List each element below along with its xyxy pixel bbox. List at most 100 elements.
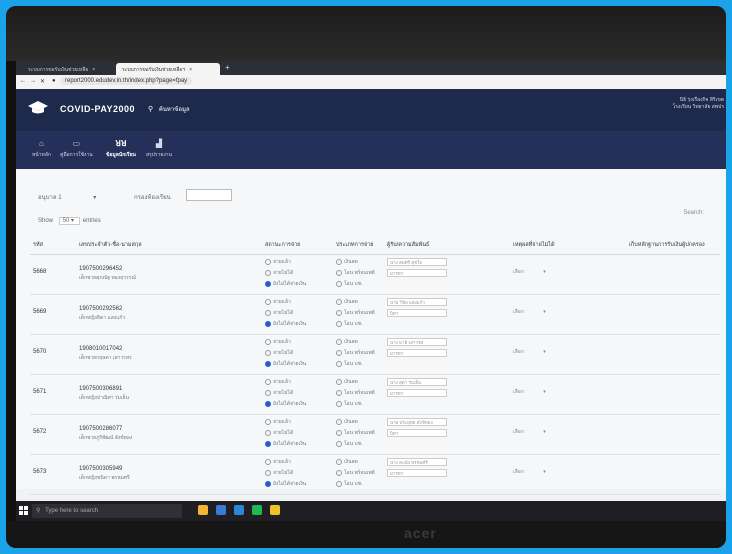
column-header[interactable]: รหัส [30,236,76,255]
receiver-input[interactable]: นาย วิชัย แสงแก้ว [387,298,447,306]
close-icon[interactable]: × [92,67,95,73]
pay-type-radio[interactable]: เงินสด [336,458,381,466]
new-tab-button[interactable]: + [222,63,236,75]
column-header[interactable]: เลขประจำตัว-ชื่อ-นามสกุล [76,236,262,255]
radio-icon [265,320,271,327]
file-explorer-icon[interactable] [198,505,208,515]
pay-status-radio[interactable]: จ่ายแล้ว [265,458,330,466]
reason-select[interactable]: เลือก ▾ [513,468,623,476]
chrome-icon[interactable] [270,505,280,515]
pay-status-radio[interactable]: ยังไม่ได้จ่ายเงิน [265,400,330,408]
monitor-screen: ระบบการขอรับเงินช่วยเหลือ × ระบบการขอรับเ… [16,61,726,521]
relation-input[interactable]: มารดา [387,389,447,397]
spotify-icon[interactable] [252,505,262,515]
table-search[interactable]: Search: [683,210,704,216]
reason-select[interactable]: เลือก ▾ [513,388,623,396]
pay-type-radio[interactable]: โอน บช. [336,320,381,328]
windows-start-icon[interactable] [19,506,28,515]
pay-type-radio[interactable]: โอน บช. [336,480,381,488]
evidence-cell [626,334,720,375]
nav-item-manual[interactable]: ▭ คู่มือการใช้งาน [60,139,93,159]
url-field[interactable]: report2000.edudev.in.th/index.php?page=f… [60,77,193,85]
close-icon[interactable]: ✕ [40,78,45,85]
column-header[interactable]: ผู้รับ/ความสัมพันธ์ [384,236,510,255]
pay-type-radio[interactable]: โอน พร้อมเพย์ [336,469,381,477]
column-header[interactable]: สถานะการจ่าย [262,236,333,255]
room-filter-input[interactable] [186,189,232,201]
reason-select[interactable]: เลือก ▾ [513,348,623,356]
column-header[interactable]: เก็บหลักฐานการรับเงินผู้ปกครอง [626,236,720,255]
relation-input[interactable]: มารดา [387,349,447,357]
browser-tab-active[interactable]: ระบบการขอรับเงินช่วยเหลือฯ × [116,63,220,75]
receiver-input[interactable]: นาย ประยุทธ สังข์ทอง [387,418,447,426]
radio-icon [265,280,271,287]
receiver-input[interactable]: นาง สุดา ร่มเย็น [387,378,447,386]
pay-type-radio[interactable]: โอน พร้อมเพย์ [336,389,381,397]
pay-status-radio[interactable]: จ่ายไม่ได้ [265,349,330,357]
user-info[interactable]: นิธิ รุ่งเรืองกิจ สิริเขต โรงเรียน วิทยา… [673,97,724,111]
pay-status-radio[interactable]: จ่ายไม่ได้ [265,469,330,477]
nav-item-students[interactable]: ꓤꓤ ข้อมูลนักเรียน [106,139,136,159]
entries-select[interactable]: 50 ▾ [58,217,80,225]
pay-status-radio[interactable]: ยังไม่ได้จ่ายเงิน [265,440,330,448]
pay-status-radio[interactable]: ยังไม่ได้จ่ายเงิน [265,280,330,288]
pay-type-radio[interactable]: โอน พร้อมเพย์ [336,309,381,317]
reason-cell: เลือก ▾ [510,454,626,495]
header-search[interactable]: ⚲ ค้นหาข้อมูล [148,104,190,114]
nav-item-report[interactable]: ▟ สรุปรายงาน [146,139,172,159]
pay-status-radio[interactable]: จ่ายไม่ได้ [265,429,330,437]
pay-type-radio[interactable]: เงินสด [336,378,381,386]
table-row: 5669 1907500292562 เด็กหญิงธิดา แสงแก้ว … [30,294,720,335]
reason-select[interactable]: เลือก ▾ [513,308,623,316]
relation-input[interactable]: มารดา [387,269,447,277]
relation-input[interactable]: บิดา [387,309,447,317]
column-header[interactable]: เหตุผลที่จ่ายไม่ได้ [510,236,626,255]
pay-type-radio[interactable]: โอน บช. [336,400,381,408]
reason-select[interactable]: เลือก ▾ [513,268,623,276]
nav-item-home[interactable]: ⌂ หน้าหลัก [32,139,51,159]
column-header[interactable]: ประเภทการจ่าย [333,236,384,255]
store-icon[interactable] [216,505,226,515]
radio-icon [265,338,271,345]
pay-status-radio[interactable]: ยังไม่ได้จ่ายเงิน [265,480,330,488]
pay-status-radio[interactable]: ยังไม่ได้จ่ายเงิน [265,360,330,368]
pay-status-radio[interactable]: จ่ายแล้ว [265,258,330,266]
pay-type-radio[interactable]: โอน บช. [336,280,381,288]
pay-type-radio[interactable]: เงินสด [336,338,381,346]
pay-status-radio[interactable]: จ่ายแล้ว [265,298,330,306]
back-icon[interactable]: ← [20,78,26,84]
pay-type-radio[interactable]: โอน บช. [336,360,381,368]
pay-status-radio[interactable]: ยังไม่ได้จ่ายเงิน [265,320,330,328]
pay-type-radio[interactable]: โอน บช. [336,440,381,448]
class-select[interactable]: อนุบาล 1 ▾ [38,192,96,202]
chart-icon: ▟ [155,139,163,148]
pay-status-radio[interactable]: จ่ายแล้ว [265,418,330,426]
radio-label: โอน พร้อมเพย์ [344,430,375,436]
pay-type-radio[interactable]: เงินสด [336,258,381,266]
taskbar-search[interactable]: ⚲ Type here to search [32,504,182,518]
receiver-input[interactable]: นาง มาลี เสาวรส [387,338,447,346]
pay-type-radio[interactable]: เงินสด [336,298,381,306]
pay-status-radio[interactable]: จ่ายไม่ได้ [265,309,330,317]
forward-icon[interactable]: → [30,78,36,84]
pay-type-cell: เงินสดโอน พร้อมเพย์โอน บช. [333,254,384,295]
pay-status-radio[interactable]: จ่ายแล้ว [265,338,330,346]
mail-icon[interactable] [234,505,244,515]
relation-input[interactable]: บิดา [387,429,447,437]
radio-icon [265,429,271,436]
radio-label: ยังไม่ได้จ่ายเงิน [273,481,307,487]
pay-status-radio[interactable]: จ่ายแล้ว [265,378,330,386]
receiver-input[interactable]: นาง สมศรี สุขใจ [387,258,447,266]
pay-type-radio[interactable]: โอน พร้อมเพย์ [336,429,381,437]
chevron-down-icon: ▾ [93,195,97,201]
browser-tab[interactable]: ระบบการขอรับเงินช่วยเหลือ × [22,63,114,75]
relation-input[interactable]: มารดา [387,469,447,477]
receiver-input[interactable]: นาง ละมัย พรหมศรี [387,458,447,466]
pay-type-radio[interactable]: โอน พร้อมเพย์ [336,269,381,277]
pay-status-radio[interactable]: จ่ายไม่ได้ [265,389,330,397]
pay-status-radio[interactable]: จ่ายไม่ได้ [265,269,330,277]
reason-select[interactable]: เลือก ▾ [513,428,623,436]
pay-type-radio[interactable]: โอน พร้อมเพย์ [336,349,381,357]
close-icon[interactable]: × [189,67,192,73]
pay-type-radio[interactable]: เงินสด [336,418,381,426]
